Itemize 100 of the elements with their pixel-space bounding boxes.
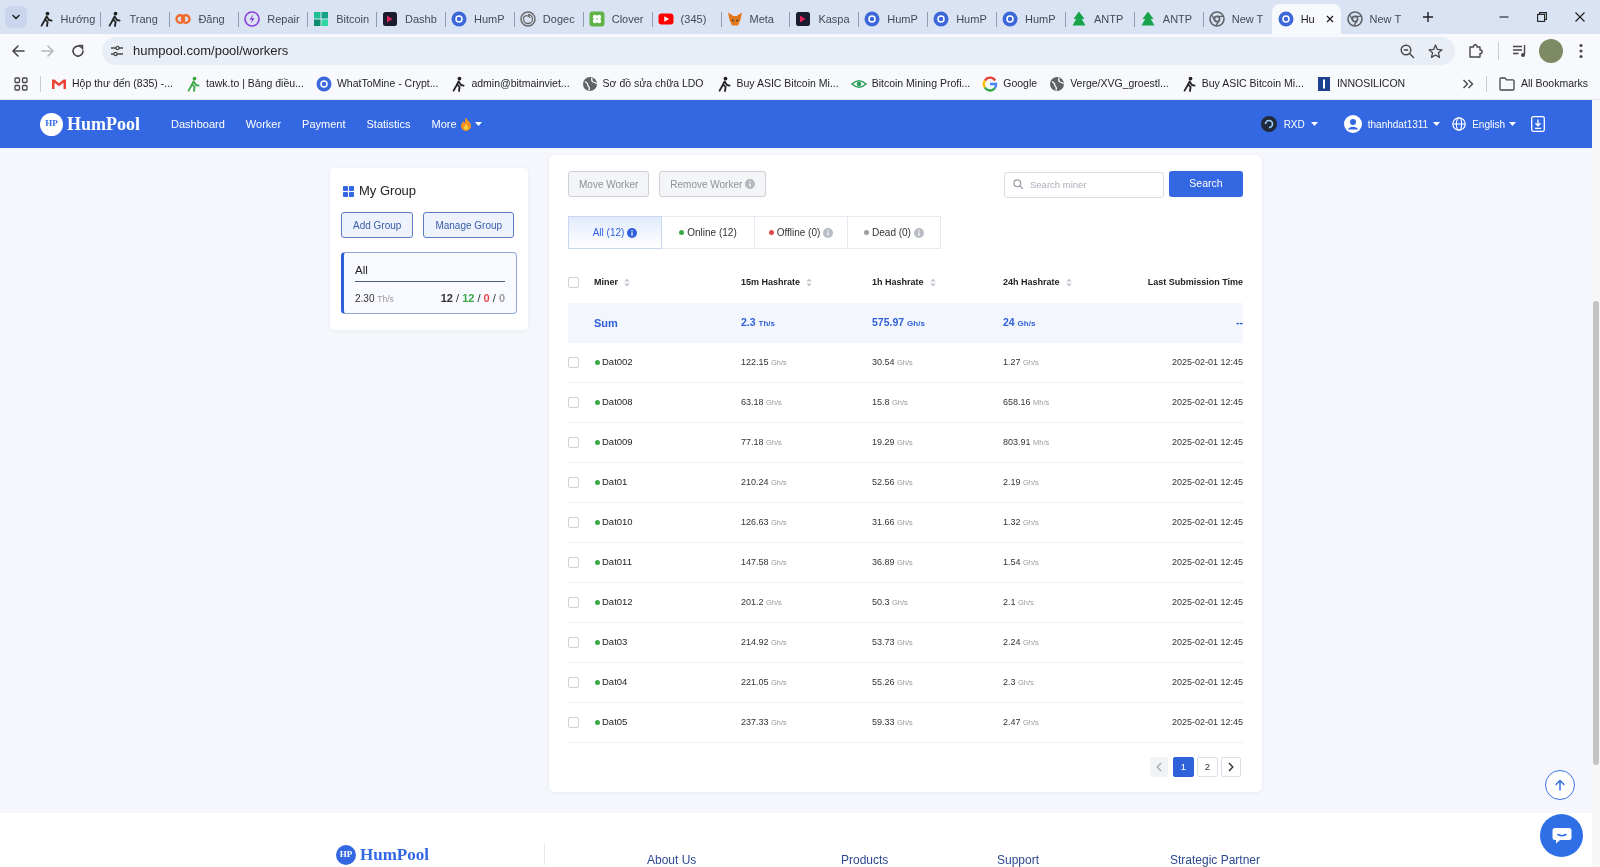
ring-icon — [1346, 11, 1363, 27]
address-bar[interactable]: humpool.com/pool/workers — [102, 37, 1455, 65]
page-button[interactable]: 1 — [1173, 757, 1194, 777]
grid-icon — [343, 185, 354, 197]
row-checkbox[interactable] — [568, 397, 579, 408]
browser-tab[interactable]: Clover — [582, 4, 652, 34]
row-checkbox[interactable] — [568, 357, 579, 368]
bookmark[interactable]: Bitcoin Mining Profi... — [844, 71, 977, 96]
all-bookmarks-button[interactable]: All Bookmarks — [1492, 71, 1594, 96]
row-checkbox[interactable] — [568, 637, 579, 648]
filter-tab[interactable]: Online (12) — [661, 216, 755, 249]
browser-tab[interactable]: New T — [1340, 4, 1410, 34]
bookmark[interactable]: Sơ đồ sửa chữa LDO — [575, 71, 710, 96]
search-button[interactable]: Search — [1169, 171, 1243, 197]
column-header[interactable]: 1h Hashrate — [872, 275, 936, 290]
footer-link[interactable]: About Us — [647, 853, 697, 867]
bookmark[interactable]: Verge/XVG_groestl... — [1043, 71, 1175, 96]
select-all-checkbox[interactable] — [568, 277, 579, 288]
caret-icon — [1310, 122, 1318, 126]
column-header[interactable]: Miner — [594, 275, 630, 290]
bookmark[interactable]: INNOSILICON — [1309, 71, 1412, 96]
nav-link[interactable]: Dashboard — [171, 115, 225, 133]
browser-tab[interactable]: Hu — [1271, 4, 1341, 34]
last-submission-time: 2025-02-01 12:45 — [1171, 475, 1243, 489]
globe-icon — [1452, 117, 1467, 131]
footer-link[interactable]: Support — [997, 853, 1040, 867]
bookmark[interactable]: Buy ASIC Bitcoin Mi... — [709, 71, 845, 96]
filter-tab[interactable]: Offline (0) — [754, 216, 848, 249]
browser-tab[interactable]: Trang — [100, 4, 170, 34]
filter-tab[interactable]: Dead (0) — [847, 216, 941, 249]
browser-tab[interactable]: Bitcoin — [307, 4, 377, 34]
nav-link[interactable]: Payment — [302, 115, 346, 133]
browser-tab[interactable]: Kaspa — [789, 4, 859, 34]
browser-tab[interactable]: Meta — [720, 4, 790, 34]
miner-name: Dat04 — [602, 675, 628, 690]
disc-icon — [1277, 11, 1294, 27]
bookmark[interactable]: Google — [976, 71, 1044, 96]
disc-icon — [864, 11, 881, 27]
miner-name: Dat002 — [602, 355, 633, 370]
row-checkbox[interactable] — [568, 477, 579, 488]
browser-tab[interactable]: HumP — [996, 4, 1065, 34]
group-item[interactable]: All 2.30 Th/s 12 / 12 / 0 / 0 — [341, 252, 517, 314]
footer-link[interactable]: Strategic Partner — [1170, 853, 1261, 867]
user-menu[interactable]: thanhdat1311 — [1343, 115, 1441, 133]
browser-tab[interactable]: New T — [1202, 4, 1272, 34]
browser-tab[interactable]: ANTP — [1133, 4, 1203, 34]
row-checkbox[interactable] — [568, 437, 579, 448]
profile-avatar[interactable] — [1539, 39, 1563, 63]
bookmark[interactable]: WhatToMine - Crypt... — [309, 71, 445, 96]
browser-tab[interactable]: Đăng — [169, 4, 239, 34]
miner-name: Dat011 — [602, 555, 632, 570]
filter-tab[interactable]: All (12) — [568, 216, 662, 249]
forward-arrow-icon — [41, 44, 55, 58]
browser-tab[interactable]: Repair — [238, 4, 308, 34]
sum-label: Sum — [594, 315, 618, 331]
footer-link[interactable]: Products — [841, 853, 889, 867]
bookmark[interactable]: Hộp thư đến (835) -... — [45, 71, 179, 96]
browser-tab[interactable]: HumP — [858, 4, 928, 34]
nav-link[interactable]: More — [431, 115, 482, 133]
coin-dropdown[interactable]: RXD — [1260, 116, 1318, 132]
column-header: Last Submission Time — [1147, 275, 1243, 289]
cube-icon — [313, 11, 330, 27]
play-icon — [657, 11, 674, 27]
browser-tab[interactable]: (345) — [651, 4, 721, 34]
last-submission-time: 2025-02-01 12:45 — [1171, 355, 1243, 369]
row-checkbox[interactable] — [568, 557, 579, 568]
language-dropdown[interactable]: English — [1452, 116, 1516, 132]
miner-name: Dat012 — [602, 595, 633, 610]
browser-tab[interactable]: ANTP — [1064, 4, 1134, 34]
sum-hashrate: 575.97 Gh/s — [872, 315, 925, 331]
browser-tab[interactable]: HumP — [927, 4, 997, 34]
browser-tab[interactable]: Hướng — [31, 4, 101, 34]
bookmark[interactable]: tawk.to | Bảng điều... — [179, 71, 310, 96]
bookmark[interactable]: admin@bitmainviet... — [444, 71, 576, 96]
column-header[interactable]: 24h Hashrate — [1003, 275, 1072, 290]
browser-tab[interactable]: Dashb — [376, 4, 445, 34]
last-submission-time: 2025-02-01 12:45 — [1171, 555, 1243, 569]
column-header[interactable]: 15m Hashrate — [741, 275, 813, 290]
next-page-button[interactable] — [1221, 757, 1241, 777]
row-checkbox[interactable] — [568, 517, 579, 528]
browser-tab[interactable]: Dogec — [513, 4, 583, 34]
nav-link[interactable]: Worker — [245, 115, 282, 133]
site-logo[interactable]: HumPool — [67, 110, 140, 138]
group-button[interactable]: Add Group — [341, 212, 414, 238]
group-button[interactable]: Manage Group — [423, 212, 515, 238]
download-icon[interactable] — [1531, 116, 1545, 132]
tab-list-button[interactable] — [5, 6, 27, 28]
figure-icon — [450, 75, 467, 92]
nav-link[interactable]: Statistics — [366, 115, 411, 133]
browser-tab[interactable]: HumP — [444, 4, 514, 34]
miner-name: Dat009 — [602, 435, 633, 450]
group-name: All — [355, 263, 369, 278]
bookmark[interactable]: Buy ASIC Bitcoin Mi... — [1174, 71, 1310, 96]
row-checkbox[interactable] — [568, 677, 579, 688]
page-button[interactable]: 2 — [1197, 757, 1218, 777]
scrollbar-thumb[interactable] — [1593, 301, 1599, 765]
row-checkbox[interactable] — [568, 717, 579, 728]
clover-icon — [588, 11, 605, 27]
row-checkbox[interactable] — [568, 597, 579, 608]
search-field[interactable]: Search miner — [1004, 171, 1164, 198]
